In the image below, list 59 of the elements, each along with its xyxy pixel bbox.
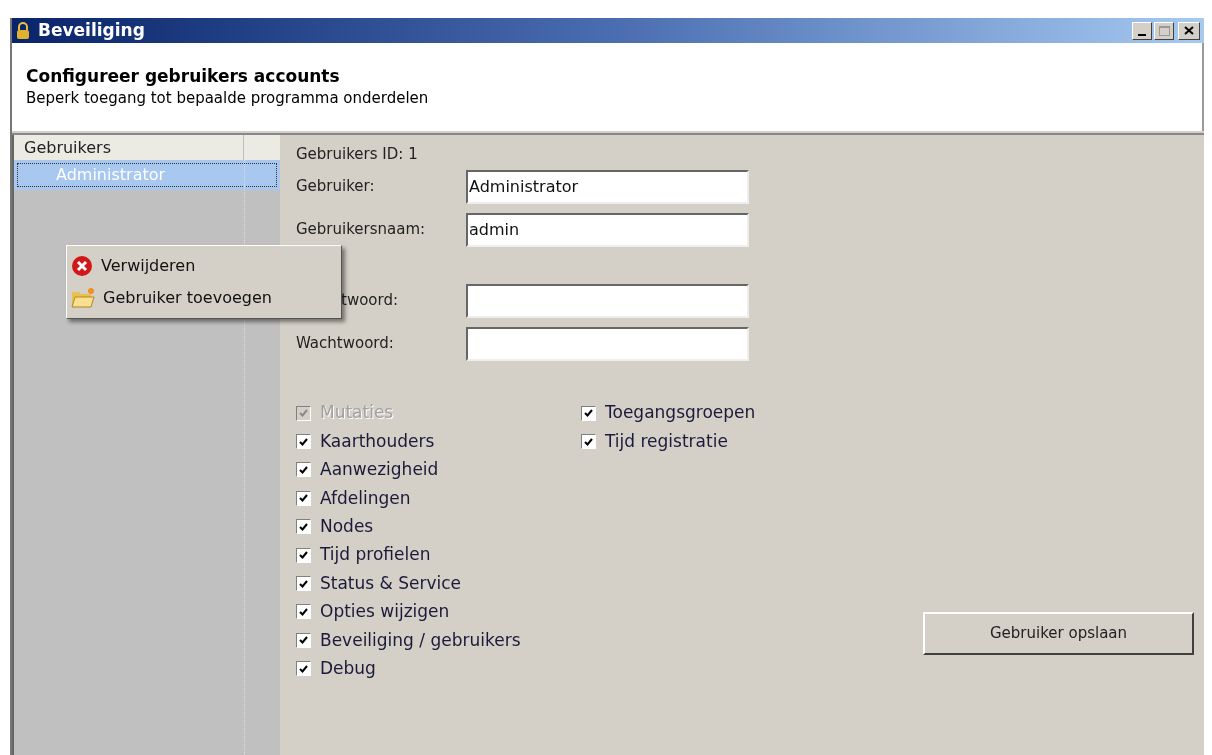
check-icon [299,636,308,645]
checkbox-label: Debug [320,656,376,680]
checkbox[interactable] [296,434,311,450]
check-icon [584,437,593,446]
check-icon [299,437,308,446]
check-icon [299,607,308,616]
checkbox[interactable] [296,604,311,620]
checkbox-label: Afdelingen [320,486,411,510]
checkbox[interactable] [296,661,311,677]
checkbox-label: Tijd registratie [605,429,728,453]
field-label: twoord: [340,290,399,312]
menu-item[interactable]: Gebruiker toevoegen [71,282,337,314]
check-icon [299,494,308,503]
checkbox-label: Beveiliging / gebruikers [320,628,521,652]
close-button[interactable] [1178,21,1200,40]
checkbox-label: Toegangsgroepen [605,401,756,425]
checkbox-label: Tijd profielen [320,543,431,567]
checkbox[interactable] [296,519,311,535]
checkbox-label: Kaarthouders [320,429,435,453]
field-label: Gebruiker: [296,176,376,198]
padlock-icon [16,21,30,40]
check-icon [299,664,308,673]
checkbox-label: Status & Service [320,571,462,595]
checkbox[interactable] [296,547,311,563]
folder-icon [71,287,95,309]
text-field[interactable]: admin [466,212,749,247]
delete-icon [71,255,93,277]
check-icon [299,579,308,588]
checkbox-label: Opties wijzigen [320,600,450,624]
check-icon [299,465,308,474]
check-icon [299,409,308,418]
text-field[interactable]: Administrator [466,169,749,204]
user-id-label: Gebruikers ID: 1 [296,144,419,165]
maximize-icon [1158,25,1170,36]
menu-item[interactable]: Verwijderen [71,250,337,282]
checkbox-label: Nodes [320,515,374,538]
check-icon [299,551,308,560]
checkbox[interactable] [581,434,596,450]
maximize-button[interactable] [1154,21,1174,40]
text-field[interactable] [466,283,749,318]
minimize-icon [1138,33,1146,36]
checkbox[interactable] [296,576,311,592]
field-label: Gebruikersnaam: [296,219,427,241]
save-user-button[interactable]: Gebruiker opslaan [923,611,1194,655]
text-field[interactable] [466,326,749,361]
column-header[interactable]: Gebruikers [14,135,244,160]
header-subtitle: Beperk toegang tot bepaalde programma onderdelen [26,88,430,109]
checkbox-label: Aanwezigheid [320,458,439,482]
header-title: Configureer gebruikers accounts [26,65,341,87]
checkbox[interactable] [296,462,311,478]
check-icon [584,409,593,418]
window-title: Beveiliging [38,18,145,42]
field-label: Wachtwoord: [296,333,395,355]
checkbox[interactable] [296,490,311,506]
checkbox[interactable] [296,632,311,648]
checkbox[interactable] [581,405,596,421]
check-icon [299,522,308,531]
close-icon [1184,26,1194,35]
minimize-button[interactable] [1132,21,1152,40]
